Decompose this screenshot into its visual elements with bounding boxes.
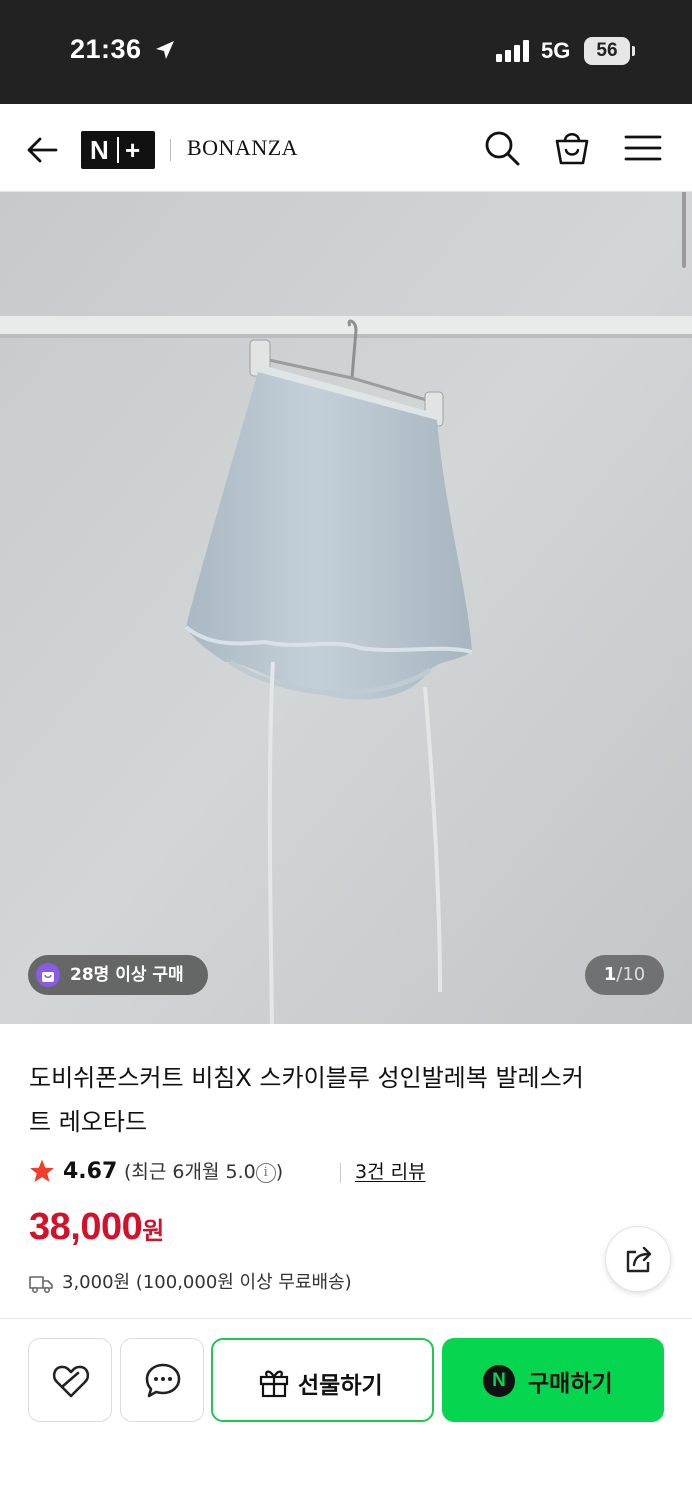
wishlist-button[interactable]	[28, 1338, 112, 1422]
battery-tip	[632, 46, 635, 56]
logo-plus: +	[125, 135, 141, 165]
rating-score: 4.67	[63, 1159, 118, 1184]
buy-button[interactable]: N 구매하기	[442, 1338, 664, 1422]
signal-icon	[496, 40, 529, 62]
heart-icon	[52, 1365, 90, 1398]
gift-icon	[259, 1370, 289, 1398]
buyers-count-badge: 28명 이상 구매	[28, 955, 208, 995]
price-unit: 원	[142, 1218, 165, 1245]
truck-icon	[29, 1276, 53, 1293]
shipping-text: 3,000원 (100,000원 이상 무료배송)	[62, 1272, 352, 1293]
product-image[interactable]	[0, 192, 692, 1024]
review-count-link[interactable]: 3건 리뷰	[355, 1155, 426, 1189]
shopping-bag-badge-icon	[36, 963, 60, 987]
back-arrow-icon[interactable]	[22, 130, 62, 170]
status-bar: 21:36 5G 56	[0, 0, 692, 104]
image-current-index: 1	[603, 964, 617, 985]
star-icon	[30, 1159, 54, 1183]
buy-label: 구매하기	[528, 1371, 613, 1397]
shopping-bag-icon[interactable]	[552, 128, 592, 168]
buyers-count-text: 28명 이상 구매	[70, 965, 184, 985]
logo-divider	[170, 139, 171, 161]
price: 38,000원	[29, 1206, 164, 1249]
bottom-divider	[0, 1318, 692, 1319]
rating-divider	[340, 1163, 341, 1183]
product-title: 도비쉬폰스커트 비침X 스카이블루 성인발레복 발레스커트 레오타드	[29, 1064, 584, 1136]
info-icon[interactable]: i	[255, 1163, 276, 1183]
network-type: 5G	[541, 38, 571, 63]
naver-plus-logo[interactable]: N +	[81, 131, 155, 169]
gift-label: 선물하기	[298, 1373, 383, 1399]
naver-pay-icon: N	[483, 1365, 515, 1397]
location-arrow-icon	[156, 41, 174, 59]
image-counter: 1/10	[585, 955, 664, 995]
recent-rating-prefix: (최근 6개월 5.0	[124, 1161, 256, 1183]
image-total: /10	[616, 964, 646, 985]
app-header: N + BONANZA	[0, 104, 692, 192]
share-icon	[626, 1246, 652, 1273]
brand-name[interactable]: BONANZA	[187, 135, 298, 161]
price-value: 38,000	[29, 1206, 143, 1248]
recent-rating: (최근 6개월 5.0 i)	[124, 1155, 283, 1189]
chat-button[interactable]	[120, 1338, 204, 1422]
share-button[interactable]	[605, 1226, 671, 1292]
scroll-indicator	[682, 192, 686, 268]
battery-indicator: 56	[584, 37, 630, 65]
chat-bubble-icon	[145, 1363, 181, 1398]
recent-rating-suffix: )	[275, 1161, 284, 1183]
status-time: 21:36	[70, 34, 142, 64]
search-icon[interactable]	[482, 128, 522, 168]
menu-icon[interactable]	[623, 128, 663, 168]
skirt-photo	[0, 192, 692, 1024]
logo-separator	[117, 137, 119, 163]
logo-n: N	[90, 135, 109, 165]
gift-button[interactable]: 선물하기	[211, 1338, 434, 1422]
